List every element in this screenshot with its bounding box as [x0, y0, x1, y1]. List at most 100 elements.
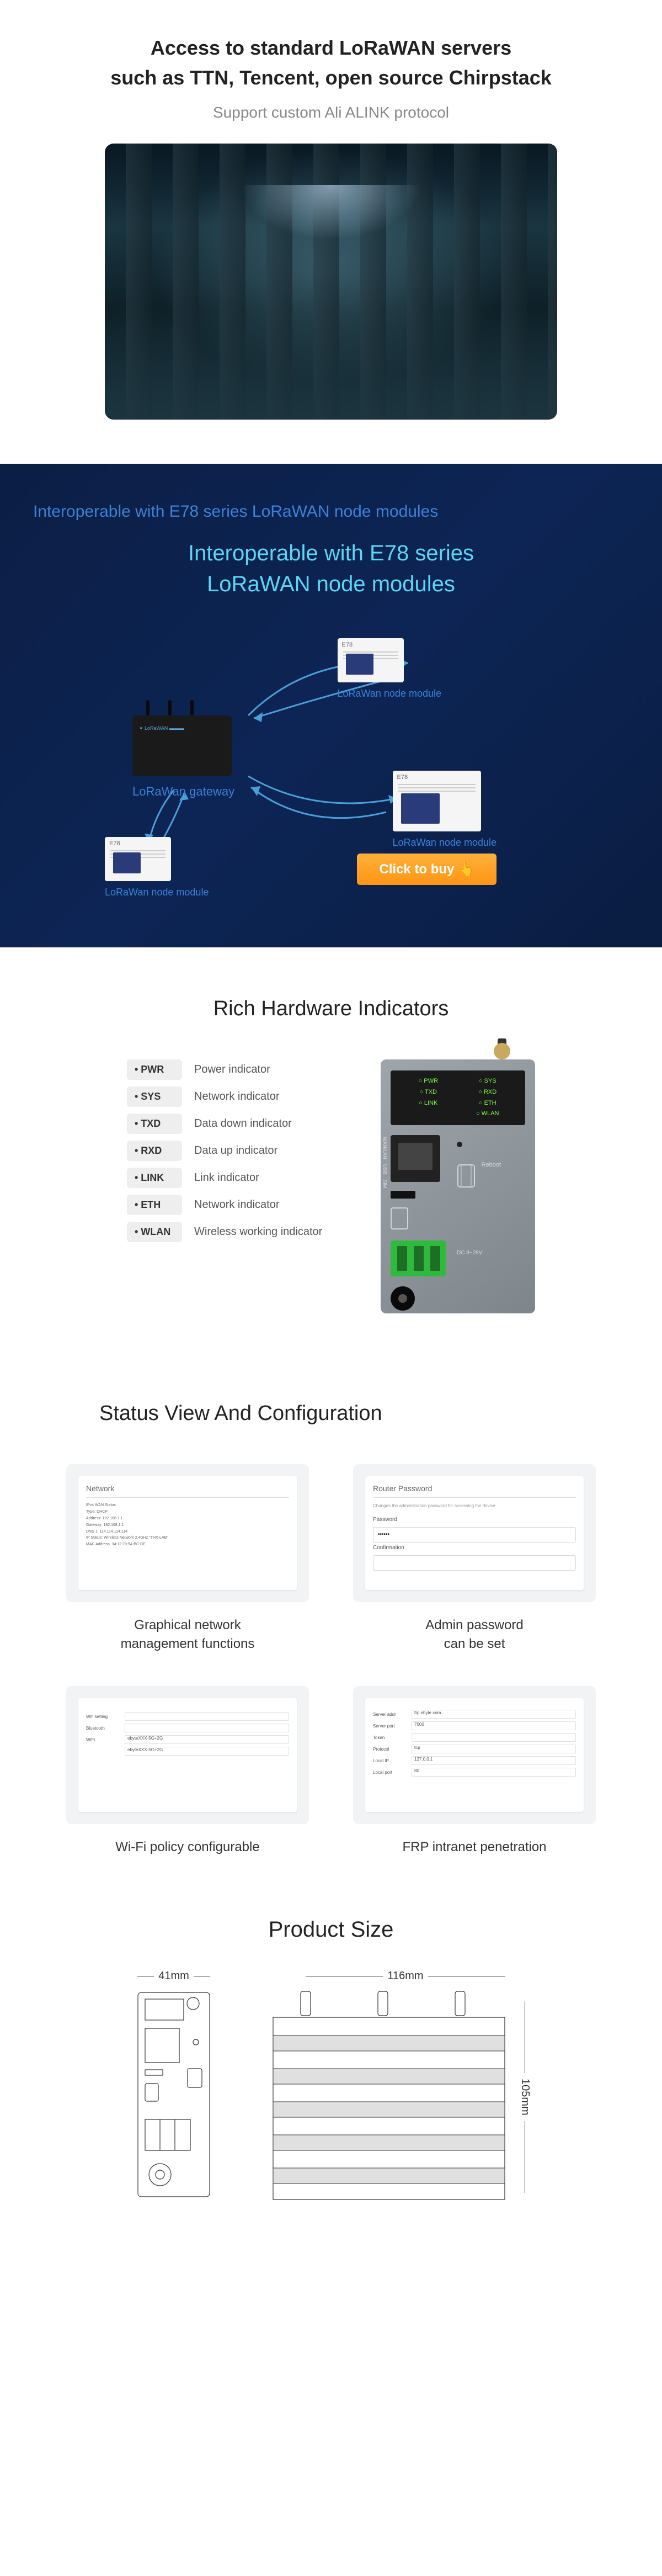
indicator-desc: Network indicator [194, 1199, 280, 1211]
config-card: NetworkIPv4 WAN StatusType: DHCPAddress:… [66, 1464, 309, 1602]
led-indicator: SYS [458, 1076, 517, 1087]
field-value: 80 [412, 1768, 576, 1777]
port-side-labels: WAN/LAN USB SIM [378, 1137, 391, 1188]
sim-outline-icon [457, 1164, 476, 1188]
field-value [125, 1712, 289, 1721]
reboot-label: Reboot [482, 1162, 501, 1168]
frp-row: Local IP127.0.0.1 [373, 1756, 576, 1765]
terminal-block-icon [391, 1241, 446, 1276]
led-indicator: RXD [458, 1087, 517, 1098]
node-label-3: LoRaWan node module [105, 887, 209, 898]
field-label: Local IP [373, 1758, 412, 1763]
hardware-title: Rich Hardware Indicators [55, 997, 607, 1021]
config-item-label: FRP intranet penetration [353, 1838, 596, 1857]
led-indicator: TXD [398, 1087, 458, 1098]
access-title-line1: Access to standard LoRaWAN servers [151, 36, 511, 59]
indicator-code: • PWR [127, 1059, 182, 1080]
field-value: ebyteXXX-5G+2G [125, 1747, 289, 1756]
height-side-label: 105mm [519, 2079, 531, 2116]
usb-port-icon [391, 1191, 415, 1199]
status-config-section: Status View And Configuration NetworkIPv… [0, 1358, 662, 1890]
password-panel: Router PasswordChanges the administratio… [365, 1476, 584, 1590]
field-label: Protocol [373, 1747, 412, 1752]
access-title-line2: such as TTN, Tencent, open source Chirps… [110, 66, 552, 89]
gateway-node: ✦ LoRaWAN ▬▬▬ LoRaWan gateway [132, 715, 234, 799]
indicator-code: • WLAN [127, 1222, 182, 1242]
node-module-2: LoRaWan node module [393, 771, 496, 849]
field-value [125, 1724, 289, 1732]
field-value: ebyteXXX-5G+2G [125, 1735, 289, 1744]
indicator-row: • ETH Network indicator [127, 1195, 364, 1215]
config-card: Wifi setting Bluetooth WiFiebyteXXX-5G+2G e… [66, 1686, 309, 1824]
field-label: Server port [373, 1724, 412, 1729]
config-card: Router PasswordChanges the administratio… [353, 1464, 596, 1602]
frp-row: Token [373, 1733, 576, 1742]
frp-panel: Server addrfrp.ebyte.comServer port7000T… [365, 1698, 584, 1812]
config-item-label: Wi-Fi policy configurable [66, 1838, 309, 1857]
indicator-row: • LINKLink indicator [127, 1168, 364, 1188]
interop-title: Interoperable with E78 seriesLoRaWAN nod… [33, 538, 629, 600]
width-side-label: 116mm [387, 1970, 423, 1983]
frp-row: Local port80 [373, 1768, 576, 1777]
wifi-row: ebyteXXX-5G+2G [86, 1747, 289, 1756]
field-label: WiFi [86, 1737, 125, 1742]
interop-diagram: ✦ LoRaWAN ▬▬▬ LoRaWan gateway LoRaWan no… [66, 633, 596, 898]
indicator-desc: Data down indicator [194, 1117, 292, 1130]
field-label: Token [373, 1735, 412, 1740]
device-front-panel: PWRSYSTXDRXDLINKETHxWLAN WAN/LAN USB SIM… [381, 1059, 535, 1313]
config-card: Server addrfrp.ebyte.comServer port7000T… [353, 1686, 596, 1824]
field-label: Server addr [373, 1712, 412, 1717]
network-panel: NetworkIPv4 WAN StatusType: DHCPAddress:… [78, 1476, 297, 1590]
reboot-button-icon [457, 1142, 462, 1147]
indicator-row: • RXDData up indicator [127, 1141, 364, 1161]
wifi-row: Bluetooth [86, 1724, 289, 1732]
node-card-icon [105, 837, 171, 881]
hardware-indicators-section: Rich Hardware Indicators • PWRPower indi… [0, 947, 662, 1358]
wifi-row: Wifi setting [86, 1712, 289, 1721]
buy-button-label: Click to buy [379, 862, 454, 877]
led-indicator: PWR [398, 1076, 458, 1087]
node-label-2: LoRaWan node module [393, 837, 496, 849]
node-card-icon [393, 771, 481, 831]
confirmation-input[interactable] [373, 1555, 576, 1571]
dc-jack-icon [391, 1286, 415, 1311]
interop-subtitle: Interoperable with E78 series LoRaWAN no… [33, 502, 629, 521]
indicator-code: • SYS [127, 1086, 182, 1107]
click-to-buy-button[interactable]: Click to buy 👆 [357, 854, 496, 885]
led-indicator: ETH [458, 1098, 517, 1109]
frp-row: Server port7000 [373, 1721, 576, 1730]
led-indicator: LINK [398, 1098, 458, 1109]
access-title: Access to standard LoRaWAN servers such … [55, 33, 607, 93]
access-subtitle: Support custom Ali ALINK protocol [55, 104, 607, 121]
node-card-icon [338, 638, 404, 682]
front-drawing [130, 1987, 218, 2208]
size-front-view: 41mm [119, 1970, 229, 2211]
access-section: Access to standard LoRaWAN servers such … [0, 0, 662, 464]
indicator-desc: Network indicator [194, 1090, 280, 1103]
indicator-desc: Wireless working indicator [194, 1226, 322, 1238]
product-size-title: Product Size [55, 1917, 607, 1942]
gateway-icon: ✦ LoRaWAN ▬▬▬ [132, 715, 232, 776]
field-label: Bluetooth [86, 1726, 125, 1731]
indicator-desc: Data up indicator [194, 1144, 277, 1157]
node-module-3: LoRaWan node module [105, 837, 209, 898]
password-input[interactable] [373, 1527, 576, 1543]
sim-slot-icon [391, 1207, 408, 1229]
confirmation-label: Confirmation [373, 1545, 576, 1551]
indicator-row: • WLAN Wireless working indicator [127, 1222, 364, 1242]
field-value: 7000 [412, 1721, 576, 1730]
indicator-row: • PWRPower indicator [127, 1059, 364, 1080]
field-value: 127.0.0.1 [412, 1756, 576, 1765]
field-label: Wifi setting [86, 1714, 125, 1719]
config-item: Router PasswordChanges the administratio… [353, 1464, 596, 1653]
config-item: Server addrfrp.ebyte.comServer port7000T… [353, 1686, 596, 1857]
antenna-connector-icon [494, 1043, 510, 1059]
config-item-label: Admin password can be set [353, 1616, 596, 1653]
indicator-code: • ETH [127, 1195, 182, 1215]
indicator-code: • LINK [127, 1168, 182, 1188]
node-label-1: LoRaWan node module [338, 688, 441, 699]
side-drawing [268, 1987, 510, 2208]
gateway-label: LoRaWan gateway [132, 785, 234, 799]
field-value [412, 1733, 576, 1742]
frp-row: Server addrfrp.ebyte.com [373, 1710, 576, 1719]
